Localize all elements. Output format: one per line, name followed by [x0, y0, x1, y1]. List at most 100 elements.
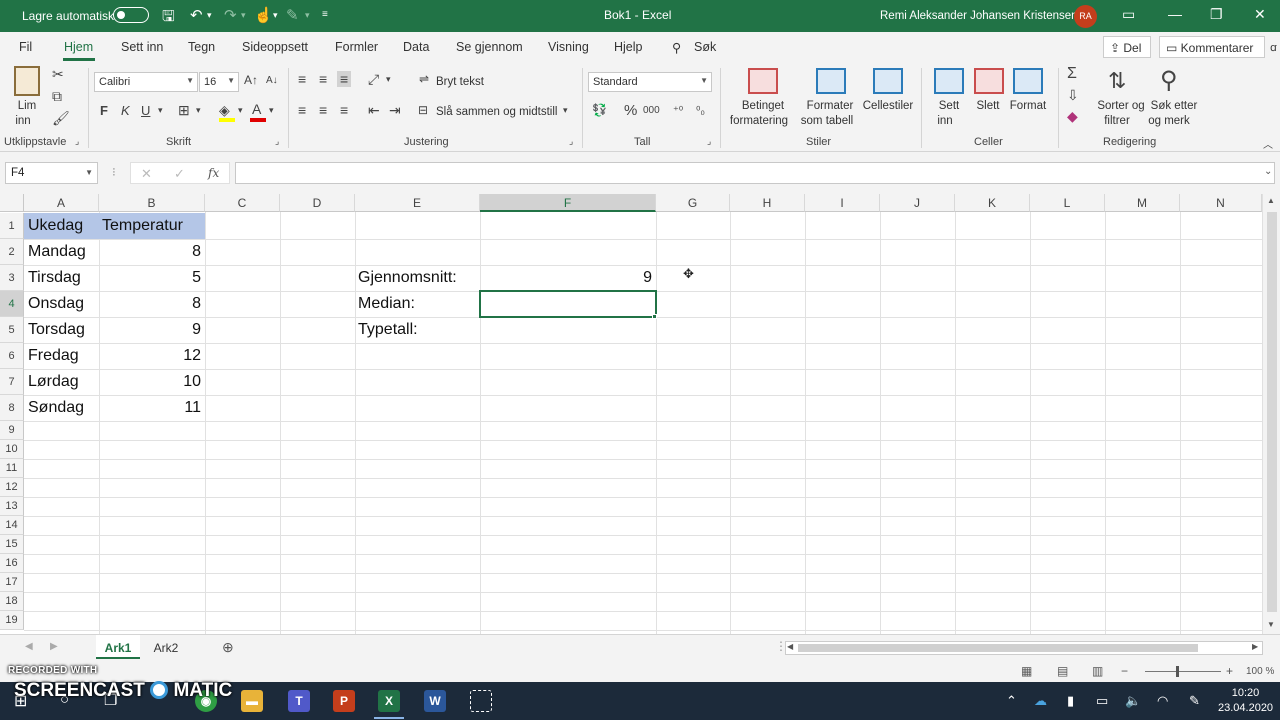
orientation-dropdown-icon[interactable]: ▾	[386, 74, 391, 85]
cell-e5[interactable]: Typetall:	[358, 317, 418, 343]
cell-b4[interactable]: 8	[99, 291, 201, 317]
borders-dropdown-icon[interactable]: ▾	[196, 105, 201, 116]
grow-font-icon[interactable]: A↑	[244, 73, 258, 87]
italic-button[interactable]: K	[121, 103, 130, 118]
font-size-select[interactable]: 16 ▼	[199, 72, 239, 92]
align-center-icon[interactable]: ≡	[319, 102, 327, 118]
clock[interactable]: 10:20 23.04.2020	[1218, 686, 1273, 716]
decrease-indent-icon[interactable]: ⇤	[368, 102, 380, 119]
tab-review[interactable]: Se gjennom	[456, 40, 523, 54]
increase-indent-icon[interactable]: ⇥	[389, 102, 401, 119]
orientation-icon[interactable]: ⤢	[368, 71, 379, 88]
cell-a4[interactable]: Onsdag	[28, 291, 84, 317]
row-header[interactable]: 7	[0, 369, 24, 395]
zoom-slider[interactable]	[1145, 671, 1221, 672]
autosum-icon[interactable]: Σ	[1067, 65, 1077, 83]
share-button[interactable]: ⇪ Del	[1103, 36, 1151, 58]
autosave-toggle[interactable]	[113, 7, 149, 23]
add-sheet-icon[interactable]: ⊕	[222, 639, 234, 656]
cell-a2[interactable]: Mandag	[28, 239, 86, 265]
zoom-level[interactable]: 100 %	[1246, 666, 1274, 677]
row-header[interactable]: 13	[0, 497, 24, 516]
scroll-up-icon[interactable]: ▲	[1267, 196, 1275, 205]
word-icon[interactable]: W	[424, 690, 446, 712]
column-header[interactable]: N	[1180, 194, 1262, 212]
touch-mode-icon[interactable]: ☝	[254, 6, 273, 24]
column-header[interactable]: G	[656, 194, 730, 212]
powerpoint-icon[interactable]: P	[333, 690, 355, 712]
page-layout-view-icon[interactable]: ▤	[1057, 664, 1068, 678]
column-header[interactable]: J	[880, 194, 955, 212]
row-header[interactable]: 1	[0, 213, 24, 239]
merge-icon[interactable]: ⊟	[418, 103, 428, 117]
show-hidden-icons-icon[interactable]: ⌃	[1006, 693, 1017, 709]
wifi-icon[interactable]: ◠	[1157, 693, 1168, 709]
wrap-text-icon[interactable]: ⇌	[419, 72, 429, 86]
number-format-select[interactable]: Standard ▼	[588, 72, 712, 92]
selected-cell-f4[interactable]	[479, 290, 657, 318]
borders-icon[interactable]: ⊞	[178, 102, 190, 119]
sheet-tab-ark2[interactable]: Ark2	[144, 635, 188, 659]
column-header[interactable]: I	[805, 194, 880, 212]
merge-dropdown-icon[interactable]: ▾	[563, 105, 568, 116]
tab-formulas[interactable]: Formler	[335, 40, 378, 54]
zoom-out-icon[interactable]: −	[1121, 664, 1128, 678]
row-header[interactable]: 9	[0, 421, 24, 440]
scroll-down-icon[interactable]: ▼	[1267, 620, 1275, 629]
cell-a3[interactable]: Tirsdag	[28, 265, 81, 291]
shrink-font-icon[interactable]: A↓	[266, 75, 278, 86]
undo-icon[interactable]: ↶	[190, 6, 203, 24]
vertical-scrollbar[interactable]: ▲ ▼	[1262, 194, 1280, 634]
maximize-icon[interactable]: ❐	[1210, 6, 1223, 23]
cell-e4[interactable]: Median:	[358, 291, 415, 317]
cell-b8[interactable]: 11	[99, 395, 201, 421]
align-left-icon[interactable]: ≡	[298, 102, 306, 118]
align-top-icon[interactable]: ≡	[298, 71, 306, 87]
comments-button[interactable]: ▭ Kommentarer	[1159, 36, 1265, 58]
cell-a6[interactable]: Fredag	[28, 343, 79, 369]
cut-icon[interactable]: ✂	[52, 66, 64, 83]
teams-icon[interactable]: T	[288, 690, 310, 712]
align-right-icon[interactable]: ≡	[340, 102, 348, 118]
zoom-in-icon[interactable]: +	[1226, 664, 1233, 678]
underline-dropdown-icon[interactable]: ▾	[158, 105, 163, 116]
save-icon[interactable]: 🖫	[162, 6, 175, 31]
next-sheet-icon[interactable]: ▶	[50, 641, 58, 652]
row-header[interactable]: 11	[0, 459, 24, 478]
decrease-decimal-icon[interactable]: ⁰₀	[696, 104, 705, 117]
ribbon-display-icon[interactable]: ▭	[1122, 6, 1135, 23]
increase-decimal-icon[interactable]: ⁺⁰	[673, 104, 683, 117]
excel-icon[interactable]: X	[378, 690, 400, 712]
clipboard-launcher-icon[interactable]: ⌟	[75, 136, 79, 147]
name-box[interactable]: F4 ▼	[5, 162, 98, 184]
column-header[interactable]: H	[730, 194, 805, 212]
horizontal-scrollbar[interactable]: ◀ ▶	[785, 641, 1263, 655]
cell-b5[interactable]: 9	[99, 317, 201, 343]
qat-dropdown-icon[interactable]: ▾	[305, 10, 310, 21]
sheet-tab-ark1[interactable]: Ark1	[96, 635, 140, 659]
prev-sheet-icon[interactable]: ◀	[25, 641, 33, 652]
expand-formula-icon[interactable]: ⌄	[1264, 166, 1272, 177]
font-color-icon[interactable]: A	[252, 101, 261, 117]
scroll-left-icon[interactable]: ◀	[787, 642, 793, 651]
align-middle-icon[interactable]: ≡	[319, 71, 327, 87]
merge-center-button[interactable]: Slå sammen og midtstill	[436, 106, 557, 118]
row-header[interactable]: 2	[0, 239, 24, 265]
scroll-right-icon[interactable]: ▶	[1252, 642, 1258, 651]
row-header[interactable]: 8	[0, 395, 24, 421]
row-header[interactable]: 16	[0, 554, 24, 573]
collapse-ribbon-icon[interactable]: ︿	[1263, 136, 1273, 151]
cell-b1[interactable]: Temperatur	[102, 213, 183, 239]
row-header[interactable]: 14	[0, 516, 24, 535]
row-header-selected[interactable]: 4	[0, 291, 24, 317]
microphone-icon[interactable]: ▮	[1067, 693, 1074, 709]
row-header[interactable]: 3	[0, 265, 24, 291]
clear-icon[interactable]: ◆	[1067, 108, 1078, 125]
tab-insert[interactable]: Sett inn	[121, 40, 163, 54]
cell-b3[interactable]: 5	[99, 265, 201, 291]
row-header[interactable]: 19	[0, 611, 24, 630]
format-painter-icon[interactable]: 🖌	[52, 110, 70, 127]
fill-dropdown-icon[interactable]: ▾	[238, 105, 243, 116]
tab-file[interactable]: Fil	[19, 40, 32, 54]
fill-color-icon[interactable]: ◈	[219, 102, 230, 119]
